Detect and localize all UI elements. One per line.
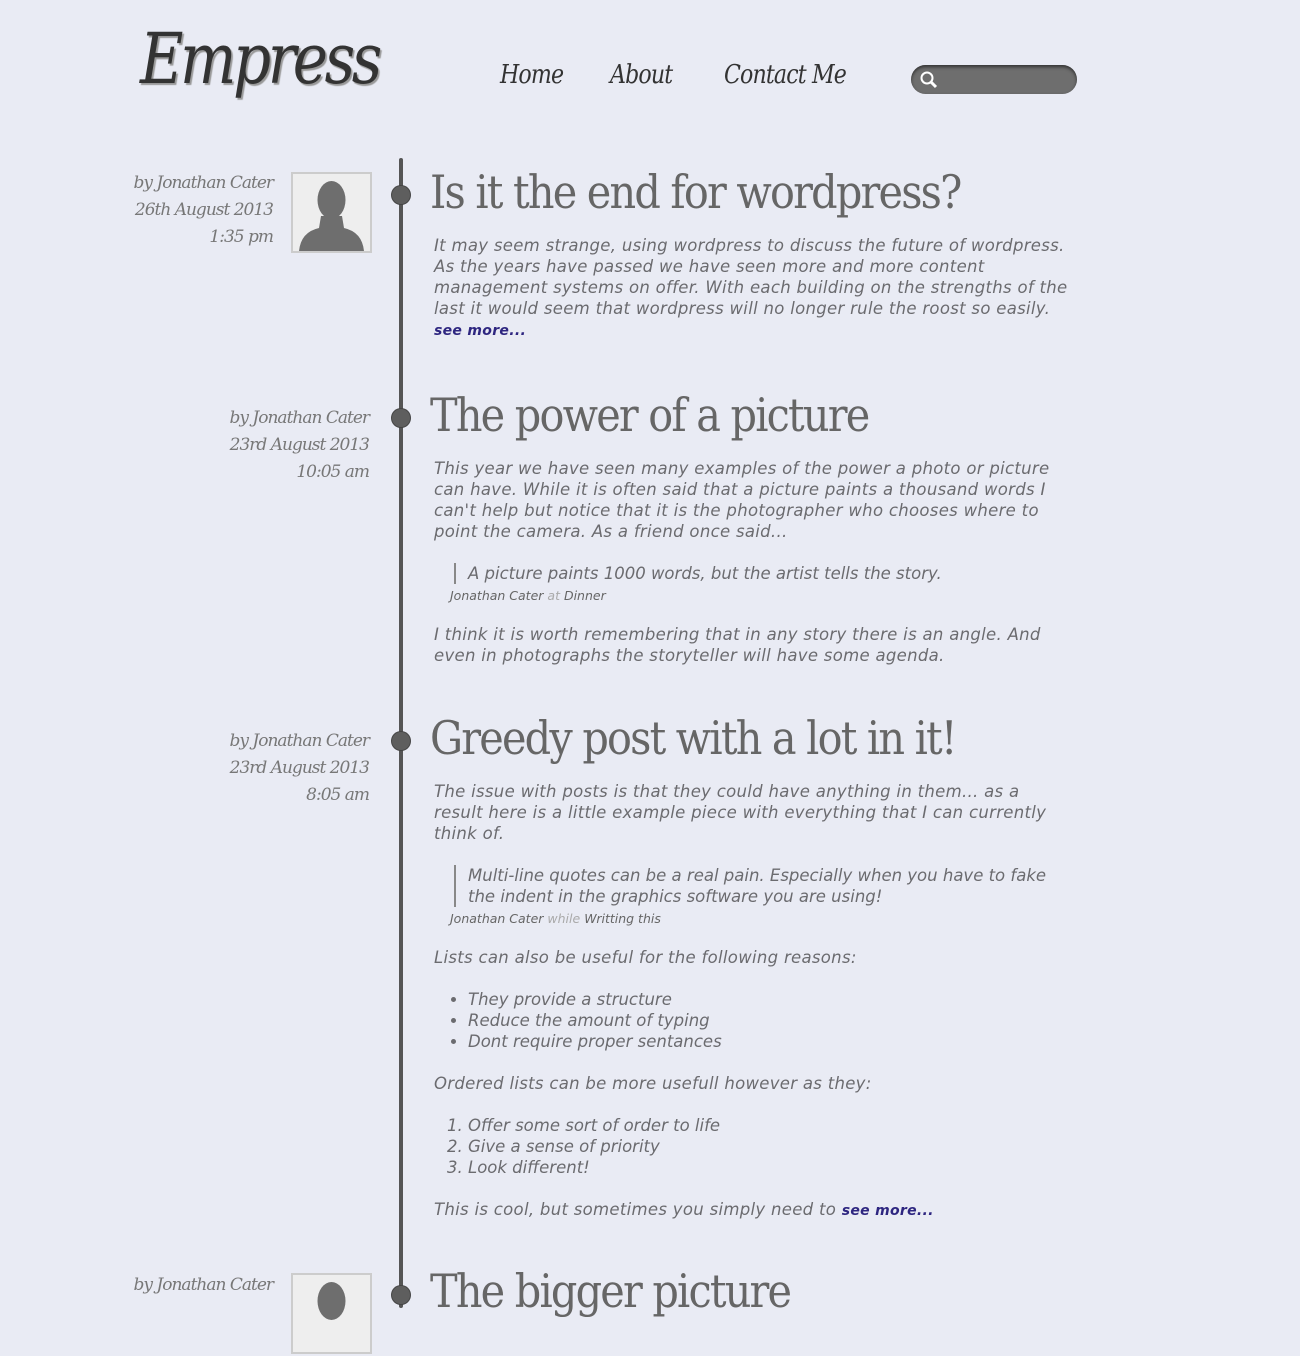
search-icon [920, 71, 938, 89]
list-item: Offer some sort of order to life [468, 1115, 1070, 1136]
post-time: 10:05 am [296, 462, 370, 482]
quote-text: Multi-line quotes can be a real pain. Es… [454, 865, 1070, 907]
quote-text: A picture paints 1000 words, but the art… [454, 563, 1070, 584]
cite-connector: while [547, 911, 581, 926]
post-title[interactable]: Is it the end for wordpress? [430, 163, 1006, 221]
nav-home[interactable]: Home [500, 60, 564, 90]
timeline-dot [392, 1286, 410, 1304]
post-title[interactable]: The power of a picture [430, 386, 1006, 444]
post-date: 23rd August 2013 [229, 758, 370, 778]
post-text: I think it is worth remembering that in … [434, 625, 1041, 665]
avatar [291, 1273, 372, 1354]
post-author: by Jonathan Cater [133, 173, 274, 193]
avatar [291, 172, 372, 253]
post-excerpt: It may seem strange, using wordpress to … [434, 235, 1070, 342]
post-excerpt: This is cool, but sometimes you simply n… [434, 1199, 1070, 1222]
timeline-dot [392, 186, 410, 204]
cite-connector: at [547, 588, 560, 603]
list-item: They provide a structure [468, 989, 1070, 1010]
post-author: by Jonathan Cater [133, 1275, 274, 1295]
site-logo[interactable]: Empress [140, 18, 382, 100]
search-box[interactable] [911, 65, 1077, 94]
post: The bigger picture [430, 1262, 1070, 1334]
post-text: This year we have seen many examples of … [434, 459, 1050, 541]
blockquote: A picture paints 1000 words, but the art… [450, 563, 1070, 603]
post-meta: by Jonathan Cater 23rd August 2013 8:05 … [229, 728, 370, 809]
quote-cite: Jonathan Cater at Dinner [450, 588, 1070, 603]
blockquote: Multi-line quotes can be a real pain. Es… [450, 865, 1070, 926]
see-more-link[interactable]: see more... [842, 1203, 934, 1219]
post-title[interactable]: Greedy post with a lot in it! [430, 709, 1006, 767]
nav-about[interactable]: About [610, 60, 673, 90]
bullet-list: They provide a structure Reduce the amou… [430, 989, 1070, 1052]
cite-name: Jonathan Cater [450, 911, 544, 926]
user-silhouette-icon [299, 181, 364, 251]
post: The power of a picture This year we have… [430, 386, 1070, 687]
list-item: Dont require proper sentances [468, 1031, 1070, 1052]
cite-place: Writting this [584, 911, 661, 926]
quote-cite: Jonathan Cater while Writting this [450, 911, 1070, 926]
post-meta: by Jonathan Cater 23rd August 2013 10:05… [229, 405, 370, 486]
timeline-dot [392, 409, 410, 427]
cite-place: Dinner [563, 588, 606, 603]
post-time: 1:35 pm [209, 227, 274, 247]
post-text: Ordered lists can be more usefull howeve… [434, 1074, 872, 1093]
search-input[interactable] [947, 69, 1071, 91]
post-title[interactable]: The bigger picture [430, 1262, 1006, 1320]
post-text: This is cool, but sometimes you simply n… [434, 1200, 837, 1219]
post-date: 23rd August 2013 [229, 435, 370, 455]
post: Is it the end for wordpress? It may seem… [430, 163, 1070, 363]
post-text: Lists can also be useful for the followi… [434, 948, 857, 967]
list-item: Reduce the amount of typing [468, 1010, 1070, 1031]
post: Greedy post with a lot in it! The issue … [430, 709, 1070, 1243]
post-meta: by Jonathan Cater 26th August 2013 1:35 … [133, 170, 274, 251]
post-author: by Jonathan Cater [229, 731, 370, 751]
nav-contact[interactable]: Contact Me [724, 60, 847, 90]
list-item: Look different! [468, 1157, 1070, 1178]
post-time: 8:05 am [306, 785, 370, 805]
timeline-dot [392, 732, 410, 750]
post-text: It may seem strange, using wordpress to … [434, 236, 1068, 318]
post-date: 26th August 2013 [134, 200, 274, 220]
post-author: by Jonathan Cater [229, 408, 370, 428]
cite-name: Jonathan Cater [450, 588, 544, 603]
see-more-link[interactable]: see more... [434, 323, 526, 339]
ordered-list: Offer some sort of order to life Give a … [430, 1115, 1070, 1178]
user-silhouette-icon [317, 1282, 346, 1320]
list-item: Give a sense of priority [468, 1136, 1070, 1157]
post-meta: by Jonathan Cater [133, 1272, 274, 1299]
post-text: The issue with posts is that they could … [434, 782, 1047, 843]
